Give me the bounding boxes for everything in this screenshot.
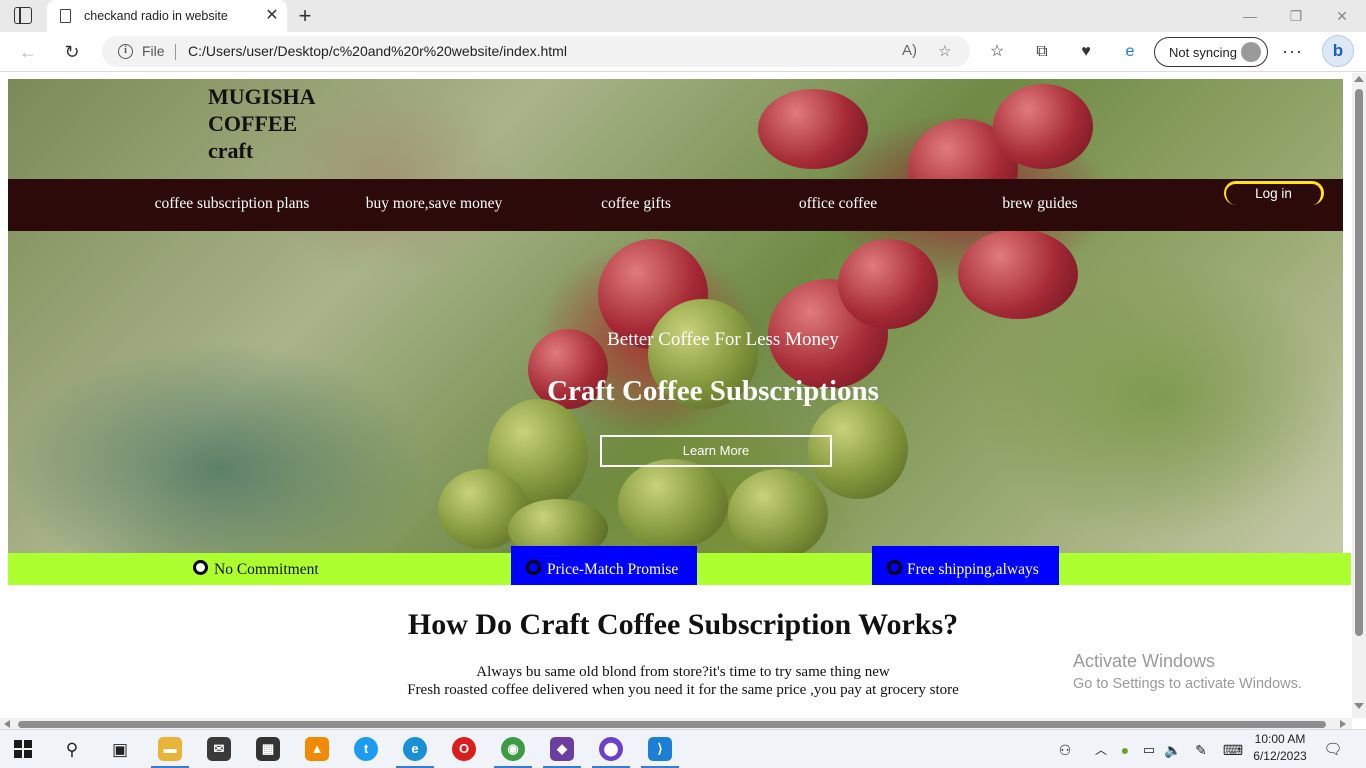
add-favorite-icon[interactable]: ☆ xyxy=(938,42,951,60)
github-icon[interactable]: ⬤ xyxy=(599,737,623,761)
hero-image-berry xyxy=(958,229,1078,319)
read-aloud-icon[interactable]: A) xyxy=(902,42,917,59)
back-icon[interactable]: ← xyxy=(16,40,40,64)
extension-icon[interactable]: ♥ xyxy=(1075,41,1097,63)
browser-toolbar: ← ↻ i File C:/Users/user/Desktop/c%20and… xyxy=(0,32,1366,72)
clock-date[interactable]: 6/12/2023 xyxy=(1245,749,1315,763)
nav-link-brew-guides[interactable]: brew guides xyxy=(1002,195,1077,213)
login-button[interactable]: Log in xyxy=(1224,181,1324,205)
activate-windows-title: Activate Windows xyxy=(1073,651,1216,671)
hero-subtitle: Better Coffee For Less Money xyxy=(607,329,839,350)
tab-close-icon[interactable]: ✕ xyxy=(263,6,281,26)
more-menu-icon[interactable]: ··· xyxy=(1282,41,1303,62)
vertical-scroll-thumb[interactable] xyxy=(1355,89,1363,636)
profile-button[interactable]: Not syncing xyxy=(1154,37,1268,67)
url-text[interactable]: C:/Users/user/Desktop/c%20and%20r%20webs… xyxy=(188,43,567,59)
info-icon[interactable]: i xyxy=(118,44,133,59)
file-explorer-icon[interactable]: ▬ xyxy=(158,737,182,761)
feature-no-commitment[interactable]: No Commitment xyxy=(184,553,344,585)
nav-link-coffee-gifts[interactable]: coffee gifts xyxy=(601,195,671,213)
nav-link-subscription-plans[interactable]: coffee subscription plans xyxy=(155,195,310,213)
browser-tab[interactable]: checkand radio in website ✕ xyxy=(47,0,287,32)
nav-link-office-coffee[interactable]: office coffee xyxy=(799,195,877,213)
horizontal-scroll-thumb[interactable] xyxy=(18,721,1326,728)
mail-icon[interactable]: ✉ xyxy=(207,737,231,761)
brand-line: craft xyxy=(208,138,254,163)
feature-label: Price-Match Promise xyxy=(547,561,679,578)
scroll-left-icon[interactable] xyxy=(4,720,10,728)
browser-tabstrip: checkand radio in website ✕ + — ❐ ✕ xyxy=(0,0,1366,32)
volume-icon[interactable]: 🔈 xyxy=(1158,735,1188,765)
feature-free-shipping[interactable]: Free shipping,always xyxy=(872,546,1059,585)
brand-logo: MUGISHA COFFEE craft xyxy=(208,83,316,164)
hero-image-berry xyxy=(758,89,868,169)
main-nav: coffee subscription plans buy more,save … xyxy=(8,179,1343,231)
minimize-icon[interactable]: — xyxy=(1238,6,1262,26)
features-bar: No Commitment Price-Match Promise Free s… xyxy=(8,546,1351,585)
activate-windows-subtitle: Go to Settings to activate Windows. xyxy=(1073,676,1302,692)
page-icon xyxy=(60,9,71,23)
keyboard-icon[interactable]: ⌨ xyxy=(1218,735,1248,765)
task-view-icon[interactable]: ▣ xyxy=(105,735,135,765)
address-separator xyxy=(175,44,176,60)
bing-chat-icon[interactable]: b xyxy=(1322,35,1354,67)
hero-image-berry xyxy=(508,499,608,553)
radio-icon[interactable] xyxy=(526,560,541,575)
section-heading: How Do Craft Coffee Subscription Works? xyxy=(407,608,959,641)
scroll-up-icon[interactable] xyxy=(1354,76,1364,82)
clock-time[interactable]: 10:00 AM xyxy=(1245,732,1315,746)
hero-title: Craft Coffee Subscriptions xyxy=(547,375,879,407)
window-close-icon[interactable]: ✕ xyxy=(1330,6,1354,26)
nav-link-buy-more[interactable]: buy more,save money xyxy=(366,195,502,213)
vertical-scrollbar[interactable] xyxy=(1352,73,1366,718)
brand-line: COFFEE xyxy=(208,111,298,136)
profile-label: Not syncing xyxy=(1169,45,1237,60)
app-icon[interactable]: ◆ xyxy=(550,737,574,761)
start-icon[interactable] xyxy=(14,740,32,758)
feature-price-match[interactable]: Price-Match Promise xyxy=(511,546,697,585)
vlc-icon[interactable]: ▲ xyxy=(305,737,329,761)
scroll-down-icon[interactable] xyxy=(1354,703,1364,709)
hero-image-berry xyxy=(618,459,728,549)
address-bar[interactable]: i File C:/Users/user/Desktop/c%20and%20r… xyxy=(102,36,970,67)
avatar xyxy=(1241,42,1261,62)
page-viewport: MUGISHA COFFEE craft coffee subscription… xyxy=(0,73,1366,730)
feature-label: No Commitment xyxy=(214,561,319,578)
store-icon[interactable]: ▦ xyxy=(256,737,280,761)
radio-icon[interactable] xyxy=(887,560,902,575)
tab-title: checkand radio in website xyxy=(84,9,228,23)
people-icon[interactable]: ⚇ xyxy=(1050,735,1080,765)
vscode-icon[interactable]: ⟩ xyxy=(648,737,672,761)
sidebar-toggle-icon[interactable] xyxy=(14,7,32,24)
feature-label: Free shipping,always xyxy=(907,561,1039,578)
twitter-icon[interactable]: t xyxy=(354,737,378,761)
favorites-icon[interactable]: ☆ xyxy=(986,41,1008,63)
hero-section: MUGISHA COFFEE craft coffee subscription… xyxy=(8,79,1343,553)
windows-taskbar: ⚲ ▣ ▬ ✉ ▦ ▲ t e O ◉ ◆ ⬤ ⟩ ⚇ ︿ ● ▭ 🔈 ✎ ⌨ … xyxy=(0,729,1366,768)
brand-line: MUGISHA xyxy=(208,84,316,109)
section-text: Fresh roasted coffee delivered when you … xyxy=(407,682,959,698)
hero-image-berry xyxy=(838,239,938,329)
chrome-icon[interactable]: ◉ xyxy=(501,737,525,761)
edge-extension-icon[interactable]: e xyxy=(1119,41,1141,63)
radio-icon[interactable] xyxy=(193,560,208,575)
restore-icon[interactable]: ❐ xyxy=(1284,6,1308,26)
reload-icon[interactable]: ↻ xyxy=(60,40,84,64)
new-tab-icon[interactable]: + xyxy=(294,3,316,29)
section-text: Always bu same old blond from store?it's… xyxy=(476,664,890,680)
scroll-right-icon[interactable] xyxy=(1340,720,1346,728)
learn-more-button[interactable]: Learn More xyxy=(600,435,832,467)
hero-image-berry xyxy=(728,469,828,553)
address-scheme-label: File xyxy=(142,43,165,59)
collections-icon[interactable]: ⧉ xyxy=(1031,41,1053,63)
pen-icon[interactable]: ✎ xyxy=(1186,735,1216,765)
notifications-icon[interactable]: 🗨 xyxy=(1318,735,1348,765)
opera-icon[interactable]: O xyxy=(452,737,476,761)
edge-icon[interactable]: e xyxy=(403,737,427,761)
hero-image-berry xyxy=(993,84,1093,169)
search-icon[interactable]: ⚲ xyxy=(57,735,87,765)
